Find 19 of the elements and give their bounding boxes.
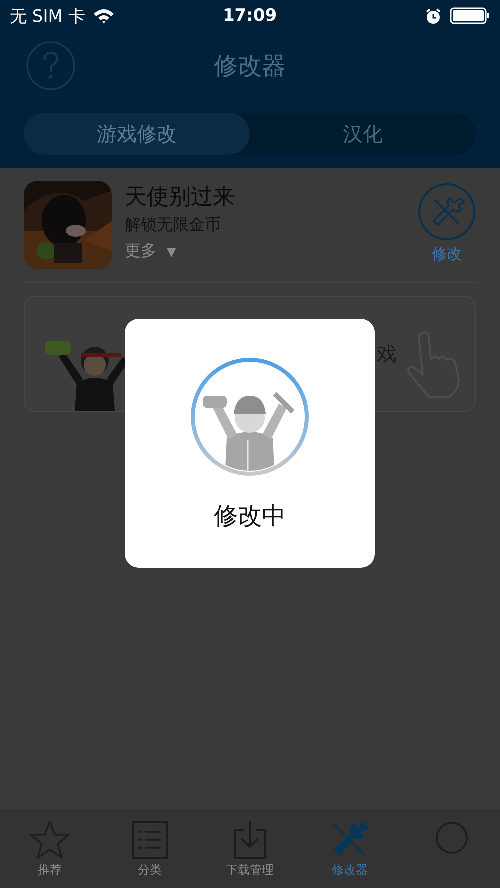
modify-button[interactable]: 修改 xyxy=(432,245,462,264)
wifi-icon xyxy=(93,8,116,24)
more-link[interactable]: 更多 xyxy=(125,241,157,262)
battery-icon xyxy=(450,7,490,25)
alarm-icon xyxy=(425,8,442,24)
segment-tab[interactable]: 游戏修改 xyxy=(24,113,250,155)
segment-tab[interactable]: 汉化 xyxy=(250,113,476,155)
dropdown-arrow[interactable]: ▼ xyxy=(167,244,176,258)
carrier-text: 无 SIM 卡 xyxy=(10,6,86,28)
star-icon[interactable] xyxy=(30,820,70,860)
screen-title: 修改器 xyxy=(213,51,287,82)
tools-icon[interactable] xyxy=(418,183,476,241)
tab-label[interactable]: 下载管理 xyxy=(226,862,274,879)
tab-label[interactable]: 推荐 xyxy=(38,862,62,879)
dialog-message: 修改中 xyxy=(214,501,286,532)
tab-label[interactable]: 分类 xyxy=(138,862,162,879)
tab-label[interactable]: 修改器 xyxy=(332,862,368,879)
clock-time: 17:09 xyxy=(222,6,278,26)
help-icon[interactable] xyxy=(26,41,76,91)
